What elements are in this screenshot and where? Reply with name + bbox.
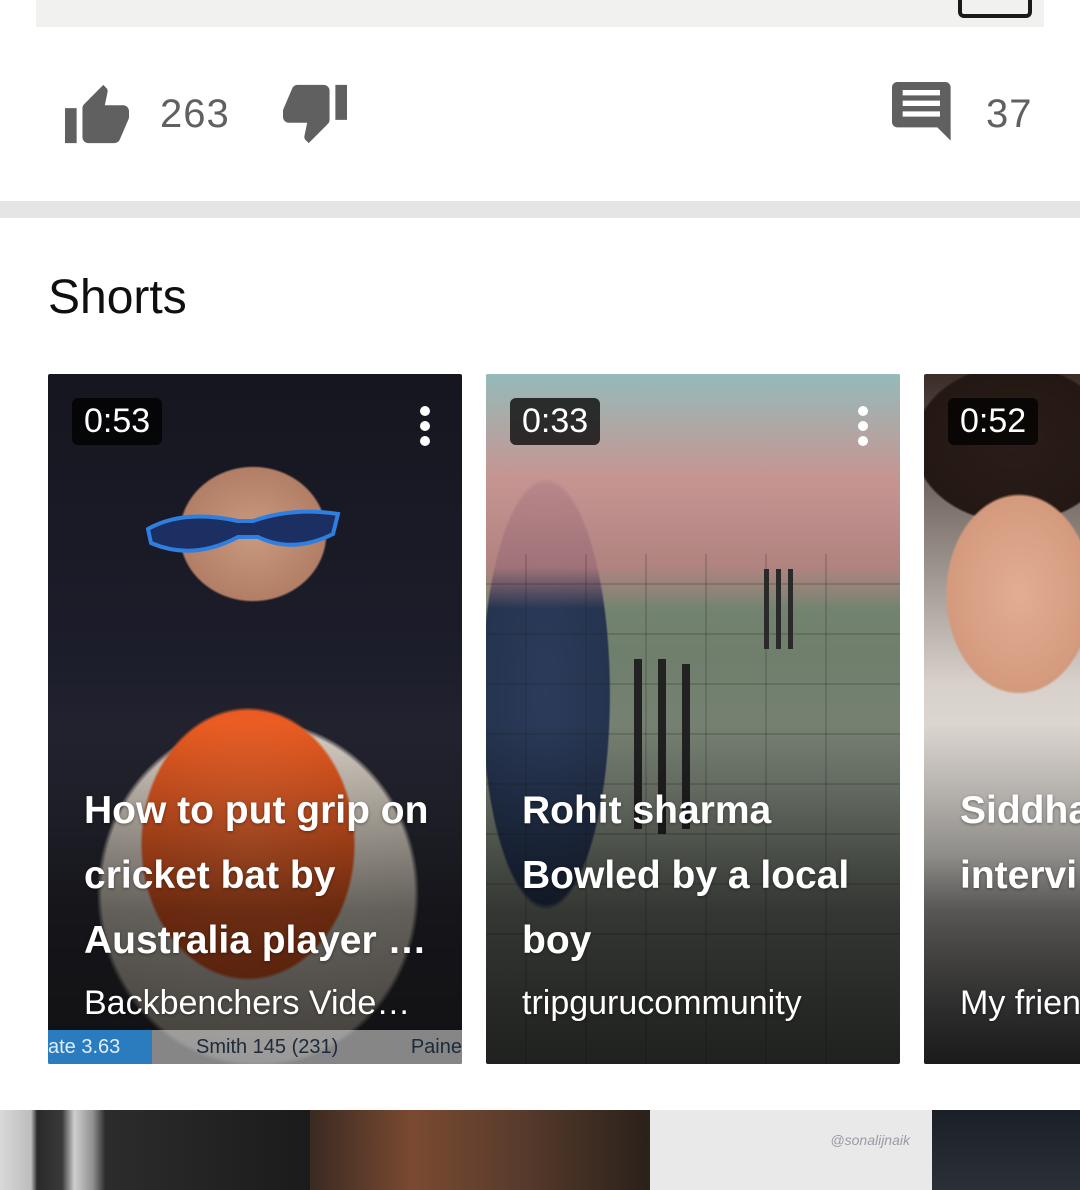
short-title: How to put grip on cricket bat by Austra… xyxy=(84,789,429,962)
like-button[interactable]: 263 xyxy=(62,82,230,146)
short-card[interactable]: 0:52 Siddha and Av intervi My frien xyxy=(924,374,1080,1064)
thumbnail-segment: @sonalijnaik xyxy=(650,1110,932,1190)
shorts-shelf-title: Shorts xyxy=(48,271,187,324)
thumb-down-icon xyxy=(280,82,350,146)
short-channel: My frien xyxy=(960,984,1080,1022)
score-overlay-right: Paine xyxy=(410,1036,462,1058)
thumbnail-segment xyxy=(0,1110,310,1190)
short-title: Siddha and Av intervi xyxy=(960,789,1080,897)
thumbnail-segment xyxy=(310,1110,650,1190)
score-overlay-left: ate 3.63 xyxy=(48,1030,152,1064)
short-title: Rohit sharma Bowled by a local boy xyxy=(522,789,850,962)
shorts-shelf: 0:53 How to put grip on cricket bat by A… xyxy=(48,374,1080,1064)
dislike-button[interactable] xyxy=(280,82,350,146)
comment-count: 37 xyxy=(986,91,1033,136)
thumbnail-segment xyxy=(932,1110,1080,1190)
short-channel: tripgurucommunity xyxy=(522,984,802,1022)
section-divider xyxy=(0,201,1080,218)
more-options-button[interactable] xyxy=(848,404,878,448)
duration-badge: 0:33 xyxy=(510,398,601,445)
comment-icon xyxy=(892,82,956,146)
fullscreen-frame-icon[interactable] xyxy=(958,0,1032,18)
like-count: 263 xyxy=(160,91,230,136)
score-overlay-mid: Smith 145 (231) xyxy=(196,1036,339,1058)
duration-badge: 0:52 xyxy=(948,398,1039,445)
short-channel: Backbenchers Vide… xyxy=(84,984,411,1022)
short-card[interactable]: 0:33 Rohit sharma Bowled by a local boy … xyxy=(486,374,900,1064)
duration-badge: 0:53 xyxy=(72,398,163,445)
short-card[interactable]: 0:53 How to put grip on cricket bat by A… xyxy=(48,374,462,1064)
player-bottom-strip xyxy=(36,0,1044,27)
more-options-button[interactable] xyxy=(410,404,440,448)
next-video-thumbnail-strip[interactable]: @sonalijnaik xyxy=(0,1110,1080,1190)
watermark-text: @sonalijnaik xyxy=(830,1132,910,1148)
score-overlay: ate 3.63 Smith 145 (231) Paine xyxy=(48,1030,462,1064)
sunglasses-graphic xyxy=(145,509,341,553)
comments-button[interactable]: 37 xyxy=(892,82,1033,146)
action-bar: 263 37 xyxy=(0,70,1080,180)
thumb-up-icon xyxy=(62,82,132,146)
